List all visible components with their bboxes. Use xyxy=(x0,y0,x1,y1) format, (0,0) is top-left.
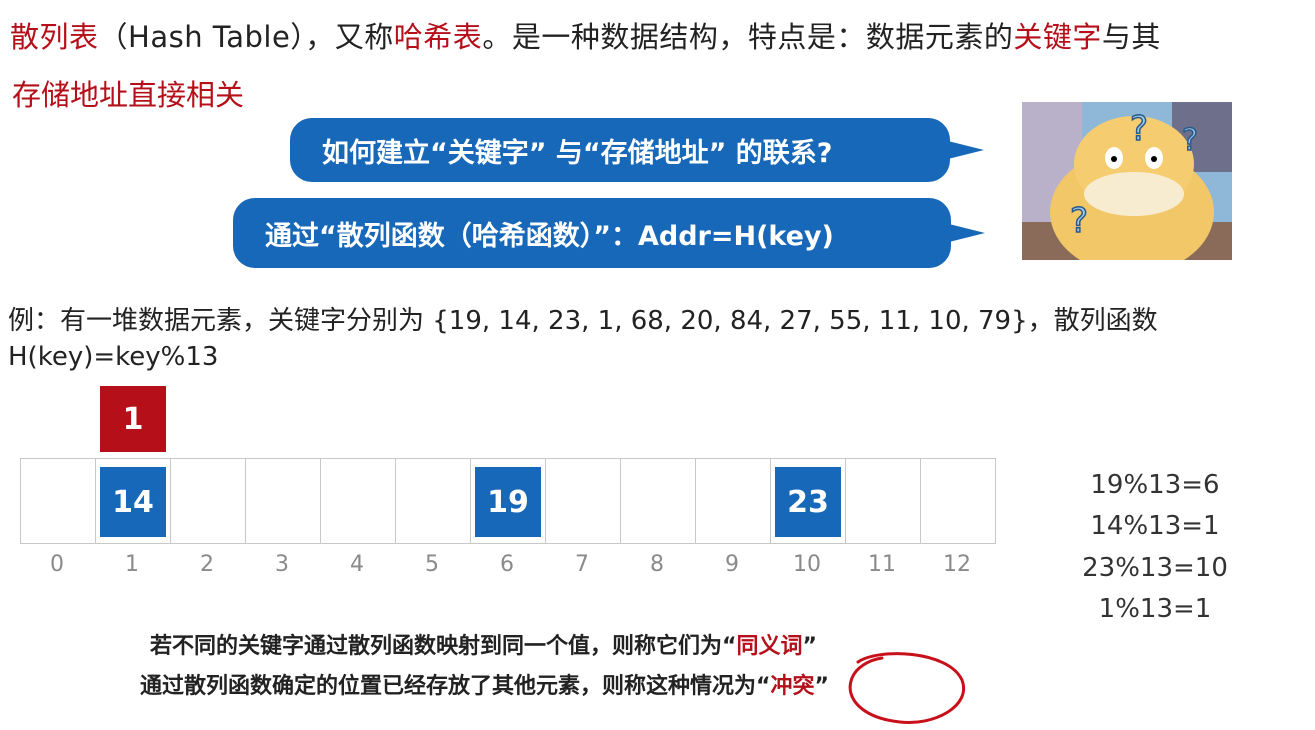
intro-line-2: 存储地址直接相关 xyxy=(12,78,245,112)
conflict-text: 通过散列函数确定的位置已经存放了其他元素，则称这种情况为“ xyxy=(140,674,771,699)
calc-line: 1%13=1 xyxy=(1098,594,1212,624)
conflict-word: 冲突 xyxy=(770,674,815,699)
table-cell-1: 14 xyxy=(95,458,170,544)
table-cell-10: 23 xyxy=(770,458,845,544)
table-cell-11 xyxy=(845,458,920,544)
term-key: 关键字 xyxy=(1013,20,1102,54)
calc-line: 23%13=10 xyxy=(1082,553,1228,583)
psyduck-image: ? ? ? xyxy=(1022,102,1232,260)
synonym-word: 同义词 xyxy=(736,634,803,659)
table-cell-0 xyxy=(20,458,95,544)
intro-line-1: 散列表（Hash Table），又称哈希表。是一种数据结构，特点是：数据元素的关… xyxy=(10,14,1161,56)
index-label: 11 xyxy=(868,552,896,577)
index-label: 8 xyxy=(650,552,664,577)
table-cell-6: 19 xyxy=(470,458,545,544)
index-label: 9 xyxy=(725,552,739,577)
intro-text-b: 。是一种数据结构，特点是：数据元素的 xyxy=(482,20,1014,54)
example-line-2: H(key)=key%13 xyxy=(8,342,219,372)
synonym-text: 若不同的关键字通过散列函数映射到同一个值，则称它们为“ xyxy=(150,634,737,659)
table-cell-9 xyxy=(695,458,770,544)
table-cell-2 xyxy=(170,458,245,544)
index-label: 2 xyxy=(200,552,214,577)
conflict-note: 通过散列函数确定的位置已经存放了其他元素，则称这种情况为“冲突” xyxy=(140,668,829,700)
index-label: 0 xyxy=(50,552,64,577)
index-label: 4 xyxy=(350,552,364,577)
synonym-note: 若不同的关键字通过散列函数映射到同一个值，则称它们为“同义词” xyxy=(150,628,817,660)
svg-text:?: ? xyxy=(1130,109,1148,149)
index-label: 3 xyxy=(275,552,289,577)
table-cell-8 xyxy=(620,458,695,544)
svg-text:?: ? xyxy=(1182,123,1198,158)
svg-text:?: ? xyxy=(1070,201,1088,241)
calc-line: 14%13=1 xyxy=(1090,511,1220,541)
stored-element: 14 xyxy=(100,467,166,537)
table-cell-7 xyxy=(545,458,620,544)
calc-line: 19%13=6 xyxy=(1090,470,1220,500)
term-alias: 哈希表 xyxy=(393,20,483,54)
question-bubble: 如何建立“关键字” 与“存储地址” 的联系? xyxy=(290,118,950,182)
stored-element: 23 xyxy=(775,467,841,537)
table-cell-3 xyxy=(245,458,320,544)
synonym-close: ” xyxy=(802,634,817,659)
term-hash-table: 散列表 xyxy=(10,20,99,54)
collision-element: 1 xyxy=(100,386,166,452)
example-line-1: 例：有一堆数据元素，关键字分别为 {19, 14, 23, 1, 68, 20,… xyxy=(8,306,1158,336)
intro-text-c: 与其 xyxy=(1101,20,1161,54)
table-cell-5 xyxy=(395,458,470,544)
index-label: 1 xyxy=(125,552,139,577)
index-label: 10 xyxy=(793,552,821,577)
annotation-circle xyxy=(848,652,966,725)
table-cell-12 xyxy=(920,458,996,544)
index-label: 12 xyxy=(943,552,971,577)
answer-bubble: 通过“散列函数（哈希函数）”：Addr=H(key) xyxy=(233,198,951,268)
intro-text-a: （Hash Table），又称 xyxy=(98,20,394,54)
conflict-close: ” xyxy=(814,674,829,699)
index-label: 7 xyxy=(575,552,589,577)
index-label: 6 xyxy=(500,552,514,577)
table-cell-4 xyxy=(320,458,395,544)
hash-table: 14 19 23 xyxy=(20,458,996,544)
index-label: 5 xyxy=(425,552,439,577)
stored-element: 19 xyxy=(475,467,541,537)
